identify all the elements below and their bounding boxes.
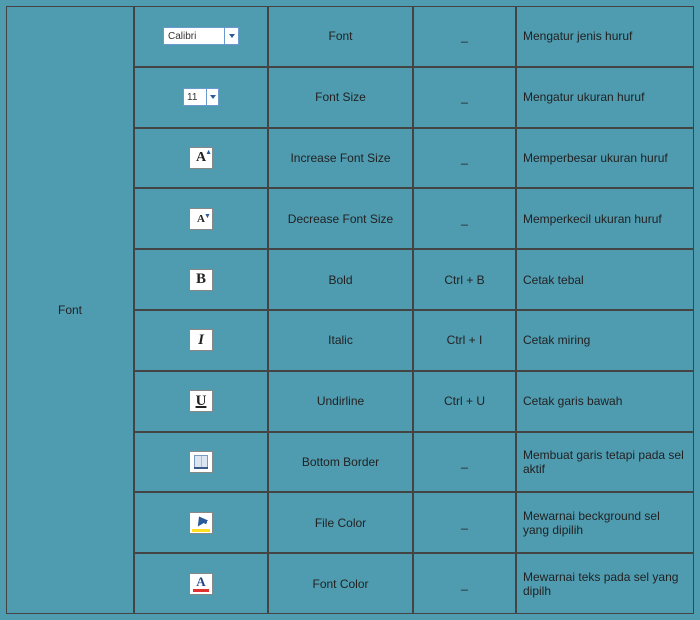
table-row: File Color _ Mewarnai beckground sel yan…	[134, 492, 694, 553]
command-name: Font Size	[315, 90, 366, 104]
shortcut-cell: _	[413, 128, 516, 189]
description-text: Cetak garis bawah	[523, 394, 622, 408]
command-name: Italic	[328, 333, 353, 347]
shortcut-text: Ctrl + U	[444, 394, 485, 408]
font-select-value: Calibri	[168, 31, 196, 42]
shortcut-text: Ctrl + B	[444, 273, 484, 287]
name-cell: Italic	[268, 310, 413, 371]
fill-color-icon[interactable]	[189, 512, 213, 534]
bold-icon[interactable]: B	[189, 269, 213, 291]
table-row: A Font Color _ Mewarnai teks pada sel ya…	[134, 553, 694, 614]
bottom-border-icon[interactable]	[189, 451, 213, 473]
font-size-dropdown[interactable]: 11	[183, 88, 219, 106]
shortcut-text: _	[461, 90, 468, 104]
desc-cell: Memperkecil ukuran huruf	[516, 188, 694, 249]
description-text: Memperkecil ukuran huruf	[523, 212, 662, 226]
group-label: Font	[58, 303, 82, 317]
increase-font-icon[interactable]: A▲	[189, 147, 213, 169]
table-row: A▲ Increase Font Size _ Memperbesar ukur…	[134, 128, 694, 189]
desc-cell: Cetak tebal	[516, 249, 694, 310]
icon-cell	[134, 432, 268, 493]
italic-icon[interactable]: I	[189, 329, 213, 351]
description-text: Mengatur jenis huruf	[523, 29, 632, 43]
table-row: Calibri Font _ Mengatur jenis huruf	[134, 6, 694, 67]
desc-cell: Mewarnai teks pada sel yang dipilh	[516, 553, 694, 614]
command-name: Decrease Font Size	[288, 212, 393, 226]
desc-cell: Cetak miring	[516, 310, 694, 371]
icon-cell: I	[134, 310, 268, 371]
desc-cell: Mengatur jenis huruf	[516, 6, 694, 67]
shortcut-text: _	[461, 455, 468, 469]
shortcut-cell: Ctrl + B	[413, 249, 516, 310]
command-name: Font Color	[312, 577, 368, 591]
shortcut-cell: _	[413, 188, 516, 249]
name-cell: File Color	[268, 492, 413, 553]
font-color-icon[interactable]: A	[189, 573, 213, 595]
desc-cell: Membuat garis tetapi pada sel aktif	[516, 432, 694, 493]
table-row: I Italic Ctrl + I Cetak miring	[134, 310, 694, 371]
desc-cell: Mewarnai beckground sel yang dipilih	[516, 492, 694, 553]
command-name: Font	[328, 29, 352, 43]
command-name: Bold	[328, 273, 352, 287]
command-name: File Color	[315, 516, 366, 530]
table-row: A▼ Decrease Font Size _ Memperkecil ukur…	[134, 188, 694, 249]
icon-cell: U	[134, 371, 268, 432]
description-text: Mewarnai teks pada sel yang dipilh	[523, 570, 687, 598]
shortcut-cell: _	[413, 6, 516, 67]
description-text: Mewarnai beckground sel yang dipilih	[523, 509, 687, 537]
name-cell: Font Color	[268, 553, 413, 614]
desc-cell: Memperbesar ukuran huruf	[516, 128, 694, 189]
command-name: Undirline	[317, 394, 364, 408]
description-text: Memperbesar ukuran huruf	[523, 151, 668, 165]
command-name: Bottom Border	[302, 455, 379, 469]
shortcut-cell: _	[413, 67, 516, 128]
table-row: Bottom Border _ Membuat garis tetapi pad…	[134, 432, 694, 493]
font-group-table: Font Calibri Font _ Mengatur jenis huruf…	[6, 6, 694, 614]
name-cell: Bold	[268, 249, 413, 310]
shortcut-text: _	[461, 212, 468, 226]
icon-cell	[134, 492, 268, 553]
table-row: U Undirline Ctrl + U Cetak garis bawah	[134, 371, 694, 432]
description-text: Cetak tebal	[523, 273, 584, 287]
description-text: Mengatur ukuran huruf	[523, 90, 644, 104]
desc-cell: Mengatur ukuran huruf	[516, 67, 694, 128]
shortcut-cell: _	[413, 432, 516, 493]
shortcut-text: _	[461, 29, 468, 43]
description-text: Membuat garis tetapi pada sel aktif	[523, 448, 687, 476]
name-cell: Bottom Border	[268, 432, 413, 493]
icon-cell: B	[134, 249, 268, 310]
shortcut-text: _	[461, 516, 468, 530]
icon-cell: A▼	[134, 188, 268, 249]
description-text: Cetak miring	[523, 333, 590, 347]
shortcut-cell: Ctrl + U	[413, 371, 516, 432]
shortcut-cell: _	[413, 492, 516, 553]
name-cell: Font	[268, 6, 413, 67]
name-cell: Decrease Font Size	[268, 188, 413, 249]
table-row: 11 Font Size _ Mengatur ukuran huruf	[134, 67, 694, 128]
decrease-font-icon[interactable]: A▼	[189, 208, 213, 230]
name-cell: Increase Font Size	[268, 128, 413, 189]
command-name: Increase Font Size	[290, 151, 390, 165]
rows-container: Calibri Font _ Mengatur jenis huruf 11 F…	[134, 6, 694, 614]
font-select-dropdown[interactable]: Calibri	[163, 27, 239, 45]
name-cell: Undirline	[268, 371, 413, 432]
chevron-down-icon	[206, 89, 218, 105]
table-row: B Bold Ctrl + B Cetak tebal	[134, 249, 694, 310]
shortcut-cell: Ctrl + I	[413, 310, 516, 371]
shortcut-text: Ctrl + I	[447, 333, 483, 347]
icon-cell: Calibri	[134, 6, 268, 67]
shortcut-text: _	[461, 151, 468, 165]
icon-cell: 11	[134, 67, 268, 128]
name-cell: Font Size	[268, 67, 413, 128]
icon-cell: A▲	[134, 128, 268, 189]
desc-cell: Cetak garis bawah	[516, 371, 694, 432]
shortcut-cell: _	[413, 553, 516, 614]
shortcut-text: _	[461, 577, 468, 591]
group-header-cell: Font	[6, 6, 134, 614]
icon-cell: A	[134, 553, 268, 614]
underline-icon[interactable]: U	[189, 390, 213, 412]
chevron-down-icon	[224, 28, 238, 44]
font-size-value: 11	[187, 92, 197, 103]
